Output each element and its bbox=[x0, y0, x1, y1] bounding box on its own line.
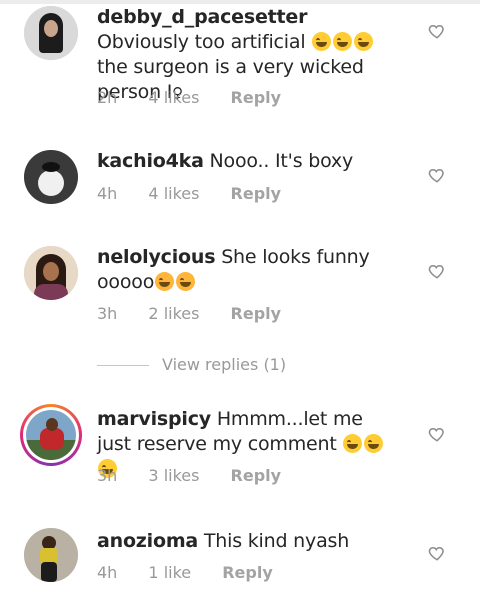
comment-time: 4h bbox=[97, 563, 118, 582]
heart-outline-icon[interactable] bbox=[428, 544, 446, 562]
comment-text: kachio4ka Nooo.. It's boxy bbox=[97, 149, 397, 174]
grinning-squinting-face-icon bbox=[343, 434, 363, 453]
comment-likes[interactable]: 1 like bbox=[148, 563, 191, 582]
reply-button[interactable]: Reply bbox=[231, 304, 282, 323]
hugging-face-icon bbox=[176, 272, 196, 291]
reply-button[interactable]: Reply bbox=[231, 88, 282, 107]
grinning-squinting-face-icon bbox=[333, 32, 353, 51]
comment-username[interactable]: debby_d_pacesetter bbox=[97, 6, 307, 28]
comment-text: nelolycious She looks funny ooooo bbox=[97, 245, 397, 295]
comment-likes[interactable]: 4 likes bbox=[148, 184, 199, 203]
heart-outline-icon[interactable] bbox=[428, 262, 446, 280]
comment-username[interactable]: kachio4ka bbox=[97, 150, 204, 172]
comment-body: This kind nyash bbox=[203, 530, 350, 552]
reply-button[interactable]: Reply bbox=[231, 184, 282, 203]
hugging-face-icon bbox=[155, 272, 175, 291]
comment-meta: 4h 1 like Reply bbox=[97, 563, 299, 582]
comment-time: 3h bbox=[97, 304, 118, 323]
avatar[interactable] bbox=[24, 528, 78, 582]
comment-username[interactable]: nelolycious bbox=[97, 246, 216, 268]
comment-likes[interactable]: 4 likes bbox=[148, 88, 199, 107]
grinning-squinting-face-icon bbox=[354, 32, 374, 51]
comment-time: 3h bbox=[97, 466, 118, 485]
comment-meta: 3h 3 likes Reply bbox=[97, 466, 307, 485]
reply-button[interactable]: Reply bbox=[231, 466, 282, 485]
comment-meta: 3h 2 likes Reply bbox=[97, 304, 307, 323]
comment-username[interactable]: anozioma bbox=[97, 530, 198, 552]
comment-likes[interactable]: 3 likes bbox=[148, 466, 199, 485]
comment-meta: 2h 4 likes Reply bbox=[97, 88, 307, 107]
view-replies-line bbox=[97, 365, 149, 366]
heart-outline-icon[interactable] bbox=[428, 166, 446, 184]
comment-text: anozioma This kind nyash bbox=[97, 529, 397, 554]
comment-meta: 4h 4 likes Reply bbox=[97, 184, 307, 203]
heart-outline-icon[interactable] bbox=[428, 22, 446, 40]
avatar[interactable] bbox=[24, 246, 78, 300]
avatar[interactable] bbox=[24, 6, 78, 60]
heart-outline-icon[interactable] bbox=[428, 425, 446, 443]
top-divider bbox=[0, 0, 480, 4]
grinning-squinting-face-icon bbox=[312, 32, 332, 51]
avatar[interactable] bbox=[24, 150, 78, 204]
view-replies-label: View replies (1) bbox=[162, 355, 287, 374]
comment-time: 4h bbox=[97, 184, 118, 203]
comment-time: 2h bbox=[97, 88, 118, 107]
comment-body: Obviously too artificial bbox=[97, 31, 306, 53]
comment-body: Nooo.. It's boxy bbox=[209, 150, 354, 172]
reply-button[interactable]: Reply bbox=[222, 563, 273, 582]
comment-likes[interactable]: 2 likes bbox=[148, 304, 199, 323]
view-replies-button[interactable]: View replies (1) bbox=[97, 355, 286, 374]
grinning-squinting-face-icon bbox=[364, 434, 384, 453]
comment-username[interactable]: marvispicy bbox=[97, 408, 211, 430]
avatar-story-ring[interactable] bbox=[20, 404, 82, 466]
